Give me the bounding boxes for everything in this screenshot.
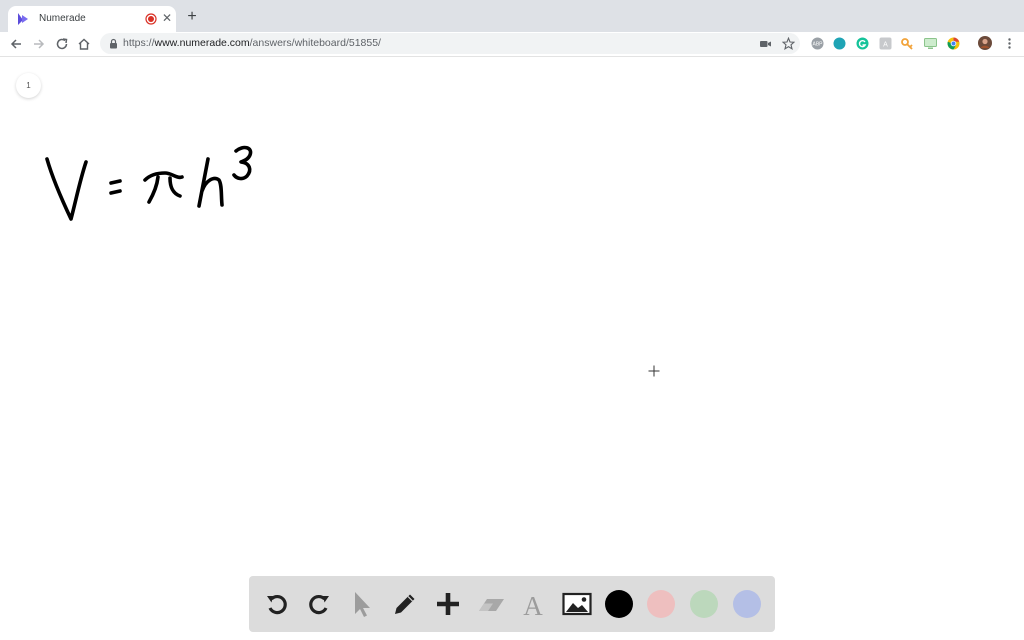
- color-red-swatch[interactable]: [647, 590, 675, 618]
- handwritten-equals-top: [109, 179, 122, 185]
- back-arrow-icon[interactable]: [9, 37, 23, 51]
- translate-icon[interactable]: A: [879, 37, 892, 50]
- redo-icon[interactable]: [305, 590, 333, 618]
- url-path: /answers/whiteboard/51855/: [249, 37, 381, 49]
- bookmark-star-icon[interactable]: [782, 37, 795, 50]
- grammarly-icon[interactable]: [856, 37, 869, 50]
- color-blue-swatch[interactable]: [733, 590, 761, 618]
- recording-indicator-icon: [145, 13, 157, 25]
- select-pointer-icon[interactable]: [348, 590, 376, 618]
- url-host: www.numerade.com: [154, 37, 250, 49]
- handwritten-superscript-3: [232, 145, 253, 181]
- home-icon[interactable]: [77, 37, 91, 51]
- handwritten-equals-bottom: [109, 189, 122, 195]
- pen-icon[interactable]: [391, 590, 419, 618]
- browser-toolbar: https://www.numerade.com/answers/whitebo…: [0, 32, 1024, 57]
- color-green-swatch[interactable]: [690, 590, 718, 618]
- new-tab-button[interactable]: +: [184, 9, 200, 25]
- menu-kebab-icon[interactable]: [1003, 37, 1016, 50]
- reload-icon[interactable]: [55, 37, 69, 51]
- browser-tab[interactable]: Numerade ✕: [8, 6, 176, 32]
- abp-icon[interactable]: ABP: [811, 37, 824, 50]
- lock-icon: [110, 38, 117, 49]
- url-text[interactable]: https://www.numerade.com/answers/whitebo…: [123, 36, 381, 51]
- address-bar[interactable]: https://www.numerade.com/answers/whitebo…: [100, 33, 800, 54]
- undo-icon[interactable]: [263, 590, 291, 618]
- key-icon[interactable]: [901, 37, 914, 50]
- handwritten-h: [197, 157, 224, 208]
- camera-icon[interactable]: [759, 37, 772, 50]
- tab-close-icon[interactable]: ✕: [160, 11, 174, 25]
- chrome-extension-icon[interactable]: [947, 37, 960, 50]
- tab-strip: Numerade ✕ +: [0, 0, 1024, 32]
- tab-title: Numerade: [39, 13, 86, 24]
- text-icon[interactable]: A: [519, 590, 547, 618]
- profile-avatar[interactable]: [978, 36, 992, 50]
- crosshair-cursor-icon: [648, 365, 660, 377]
- eraser-icon[interactable]: [477, 590, 505, 618]
- numerade-logo-icon: [18, 13, 28, 25]
- teal-extension-icon[interactable]: [833, 37, 846, 50]
- drawing-toolbar: A: [249, 576, 775, 632]
- svg-text:A: A: [883, 42, 888, 49]
- forward-arrow-icon[interactable]: [32, 37, 46, 51]
- svg-text:ABP: ABP: [812, 42, 823, 48]
- color-black-swatch[interactable]: [605, 590, 633, 618]
- svg-text:A: A: [523, 591, 543, 618]
- add-shape-icon[interactable]: [434, 590, 462, 618]
- handwritten-V: [45, 157, 88, 221]
- url-scheme: https://: [123, 37, 155, 49]
- screen-icon[interactable]: [924, 37, 937, 50]
- handwritten-pi: [143, 171, 184, 204]
- handwritten-equation: [45, 145, 253, 221]
- image-icon[interactable]: [562, 590, 592, 618]
